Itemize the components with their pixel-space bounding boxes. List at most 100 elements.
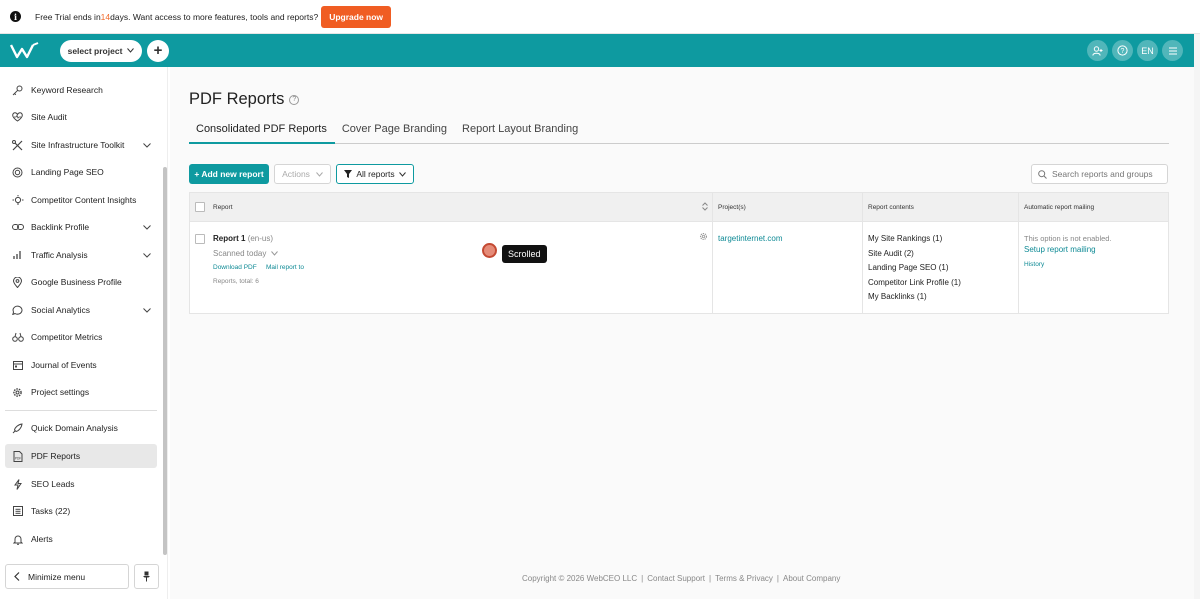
sidebar-item-keyword-research[interactable]: Keyword Research xyxy=(5,78,157,102)
copyright: Copyright © 2026 WebCEO LLC xyxy=(522,574,638,583)
all-reports-filter[interactable]: All reports xyxy=(336,164,414,184)
report-contents-list: My Site Rankings (1) Site Audit (2) Land… xyxy=(868,234,961,307)
sidebar-item-site-audit[interactable]: Site Audit xyxy=(5,105,157,129)
sidebar-item-label: Tasks (22) xyxy=(31,506,71,516)
list-item: Site Audit (2) xyxy=(868,248,914,258)
sidebar-item-backlink-profile[interactable]: Backlink Profile xyxy=(5,215,157,239)
list-icon xyxy=(11,505,24,518)
sidebar-item-project-settings[interactable]: Project settings xyxy=(5,380,157,404)
link-icon xyxy=(11,221,24,234)
pin-menu-button[interactable] xyxy=(134,564,159,589)
sidebar-item-quick-domain-analysis[interactable]: Quick Domain Analysis xyxy=(5,416,157,440)
chevron-down-icon xyxy=(316,171,323,177)
project-select-label: select project xyxy=(67,45,123,56)
tab-consolidated-pdf-reports[interactable]: Consolidated PDF Reports xyxy=(189,123,335,144)
history-link[interactable]: History xyxy=(1024,261,1044,268)
report-name[interactable]: Report 1 xyxy=(213,234,245,243)
rocket-icon xyxy=(11,422,24,435)
sidebar: Keyword Research Site Audit Site Infrast… xyxy=(0,67,168,599)
header-projects: Project(s) xyxy=(718,204,746,211)
upgrade-button[interactable]: Upgrade now xyxy=(321,5,392,28)
sidebar-item-google-business-profile[interactable]: Google Business Profile xyxy=(5,270,157,294)
menu-icon[interactable] xyxy=(1162,40,1183,61)
project-select[interactable]: select project xyxy=(60,39,142,62)
account-icon[interactable] xyxy=(1087,40,1108,61)
sidebar-item-label: Competitor Content Insights xyxy=(31,195,137,205)
sort-icon[interactable] xyxy=(702,202,708,211)
sidebar-item-label: Keyword Research xyxy=(31,85,103,95)
mail-report-link[interactable]: Mail report to xyxy=(266,264,304,271)
column-divider xyxy=(712,193,713,313)
report-name-cell: Report 1 (en-us) xyxy=(213,234,273,243)
sidebar-item-label: Competitor Metrics xyxy=(31,332,103,342)
sidebar-item-seo-leads[interactable]: SEO Leads xyxy=(5,472,157,496)
info-icon: i xyxy=(10,11,21,22)
tab-report-layout-branding[interactable]: Report Layout Branding xyxy=(455,123,586,144)
webceo-logo[interactable] xyxy=(10,41,40,60)
page-scrollbar[interactable] xyxy=(1194,34,1200,599)
actions-dropdown[interactable]: Actions xyxy=(274,164,331,184)
minimize-menu-label: Minimize menu xyxy=(28,571,86,582)
sidebar-item-label: PDF Reports xyxy=(31,451,81,461)
tooltip: Scrolled xyxy=(502,245,547,263)
mailing-status: This option is not enabled. xyxy=(1024,234,1112,243)
sidebar-item-alerts[interactable]: Alerts xyxy=(5,527,157,551)
select-all-checkbox[interactable] xyxy=(195,202,205,212)
terms-privacy-link[interactable]: Terms & Privacy xyxy=(715,574,773,583)
minimize-menu-button[interactable]: Minimize menu xyxy=(5,564,129,589)
map-pin-icon xyxy=(11,276,24,289)
filter-icon xyxy=(344,170,353,178)
sidebar-item-site-infrastructure-toolkit[interactable]: Site Infrastructure Toolkit xyxy=(5,133,157,157)
help-icon[interactable]: ? xyxy=(1112,40,1133,61)
bell-icon xyxy=(11,533,24,546)
table-header: Report Project(s) Report contents Automa… xyxy=(190,193,1168,222)
setup-mailing-link[interactable]: Setup report mailing xyxy=(1024,245,1096,254)
tools-icon xyxy=(11,139,24,152)
search-box[interactable] xyxy=(1031,164,1168,184)
sidebar-item-competitor-content-insights[interactable]: Competitor Content Insights xyxy=(5,188,157,212)
main-content: PDF Reports ? Consolidated PDF Reports C… xyxy=(170,67,1194,599)
list-item: My Backlinks (1) xyxy=(868,292,927,301)
sidebar-item-landing-page-seo[interactable]: Landing Page SEO xyxy=(5,160,157,184)
row-checkbox[interactable] xyxy=(195,234,205,244)
about-company-link[interactable]: About Company xyxy=(783,574,840,583)
sidebar-item-social-analytics[interactable]: Social Analytics xyxy=(5,298,157,322)
sidebar-scrollbar[interactable] xyxy=(163,167,167,555)
gear-icon[interactable] xyxy=(699,232,708,241)
footer: Copyright © 2026 WebCEO LLC | Contact Supp… xyxy=(522,574,841,583)
language-button[interactable]: EN xyxy=(1137,40,1158,61)
reports-table: Report Project(s) Report contents Automa… xyxy=(189,192,1169,314)
contact-support-link[interactable]: Contact Support xyxy=(647,574,705,583)
search-input[interactable] xyxy=(1052,169,1162,179)
bar-chart-icon xyxy=(11,249,24,262)
sidebar-item-competitor-metrics[interactable]: Competitor Metrics xyxy=(5,325,157,349)
add-new-report-button[interactable]: + Add new report xyxy=(189,164,269,184)
download-pdf-link[interactable]: Download PDF xyxy=(213,264,257,271)
sidebar-item-journal-of-events[interactable]: Journal of Events xyxy=(5,353,157,377)
all-reports-label: All reports xyxy=(356,169,395,179)
report-tabs: Consolidated PDF Reports Cover Page Bran… xyxy=(189,123,1169,144)
project-link[interactable]: targetinternet.com xyxy=(718,234,782,243)
question-icon[interactable]: ? xyxy=(289,94,300,105)
sidebar-item-label: Journal of Events xyxy=(31,360,97,370)
key-icon xyxy=(11,84,24,97)
sidebar-item-tasks[interactable]: Tasks (22) xyxy=(5,499,157,523)
sidebar-item-label: Quick Domain Analysis xyxy=(31,423,118,433)
page-title-wrap: PDF Reports ? xyxy=(189,90,300,109)
sidebar-item-pdf-reports[interactable]: PDF PDF Reports xyxy=(5,444,157,468)
sidebar-item-label: Google Business Profile xyxy=(31,277,122,287)
scanned-status[interactable]: Scanned today xyxy=(213,249,279,258)
list-item: Landing Page SEO (1) xyxy=(868,263,949,272)
sidebar-item-label: Traffic Analysis xyxy=(31,250,88,260)
actions-label: Actions xyxy=(282,169,310,179)
tab-cover-page-branding[interactable]: Cover Page Branding xyxy=(335,123,455,144)
chevron-down-icon xyxy=(143,224,151,230)
reports-total: Reports, total: 6 xyxy=(213,278,259,285)
add-project-button[interactable]: + xyxy=(147,39,169,62)
target-icon xyxy=(11,166,24,179)
chat-icon xyxy=(11,304,24,317)
sidebar-item-traffic-analysis[interactable]: Traffic Analysis xyxy=(5,243,157,267)
sidebar-item-label: Landing Page SEO xyxy=(31,167,104,177)
page-title: PDF Reports xyxy=(189,90,285,108)
cursor-indicator xyxy=(482,243,497,258)
